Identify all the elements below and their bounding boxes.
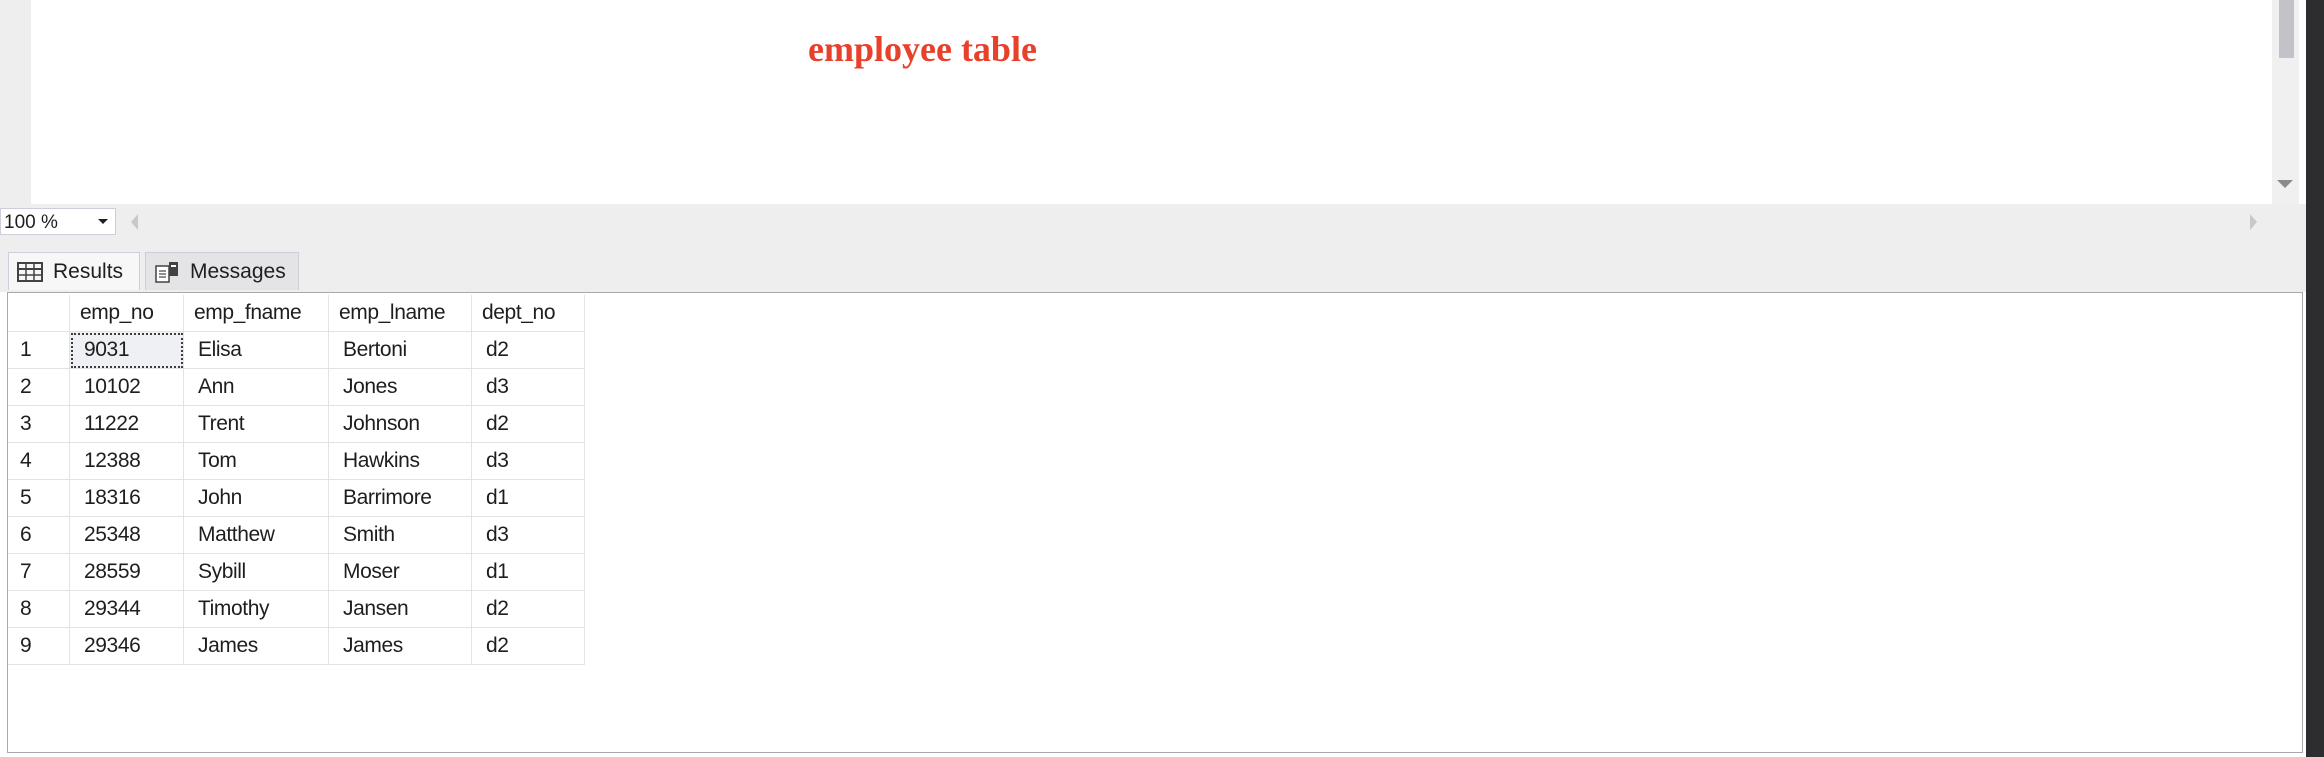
table-row: 2 10102 Ann Jones d3 [8, 368, 585, 406]
table-cell[interactable]: d2 [471, 590, 585, 628]
row-number[interactable]: 1 [8, 331, 70, 369]
column-header-dept-no[interactable]: dept_no [471, 295, 585, 332]
table-cell[interactable]: Hawkins [328, 442, 472, 480]
table-cell[interactable]: Ann [183, 368, 329, 406]
table-row: 7 28559 Sybill Moser d1 [8, 553, 585, 591]
table-cell[interactable]: 11222 [69, 405, 184, 443]
table-row: 3 11222 Trent Johnson d2 [8, 405, 585, 443]
header-row: emp_no emp_fname emp_lname dept_no [8, 295, 585, 332]
table-cell[interactable]: d3 [471, 516, 585, 554]
editor-gutter [0, 0, 31, 204]
row-number[interactable]: 5 [8, 479, 70, 517]
table-cell[interactable]: d3 [471, 368, 585, 406]
table-cell[interactable]: 12388 [69, 442, 184, 480]
table-cell[interactable]: James [183, 627, 329, 665]
editor-vertical-scrollbar[interactable] [2272, 0, 2299, 204]
scroll-right-arrow-icon[interactable] [2250, 214, 2257, 230]
scroll-left-arrow-icon[interactable] [131, 214, 138, 230]
table-cell[interactable]: Matthew [183, 516, 329, 554]
scroll-down-arrow-icon[interactable] [2277, 180, 2293, 188]
table-row: 5 18316 John Barrimore d1 [8, 479, 585, 517]
table-cell[interactable]: 25348 [69, 516, 184, 554]
table-cell[interactable]: Timothy [183, 590, 329, 628]
table-cell[interactable]: d2 [471, 331, 585, 369]
row-number[interactable]: 9 [8, 627, 70, 665]
table-cell[interactable]: John [183, 479, 329, 517]
table-cell[interactable]: d1 [471, 553, 585, 591]
table-row: 6 25348 Matthew Smith d3 [8, 516, 585, 554]
zoom-dropdown[interactable]: 100 % [0, 208, 116, 235]
table-cell[interactable]: Jansen [328, 590, 472, 628]
results-grid[interactable]: emp_no emp_fname emp_lname dept_no 1 903… [7, 292, 2303, 753]
table-cell[interactable]: Sybill [183, 553, 329, 591]
column-header-emp-lname[interactable]: emp_lname [328, 295, 472, 332]
tab-results-label: Results [53, 259, 124, 283]
row-number[interactable]: 3 [8, 405, 70, 443]
results-table: emp_no emp_fname emp_lname dept_no 1 903… [8, 295, 585, 665]
table-cell[interactable]: 18316 [69, 479, 184, 517]
row-number[interactable]: 8 [8, 590, 70, 628]
row-number[interactable]: 2 [8, 368, 70, 406]
zoom-bar: 100 % [0, 204, 2306, 240]
table-cell-selected[interactable]: 9031 [69, 331, 184, 369]
table-cell[interactable]: 10102 [69, 368, 184, 406]
table-row: 9 29346 James James d2 [8, 627, 585, 665]
table-cell[interactable]: Trent [183, 405, 329, 443]
row-number[interactable]: 4 [8, 442, 70, 480]
table-cell[interactable]: James [328, 627, 472, 665]
window-right-edge [2306, 0, 2324, 757]
tab-messages-label: Messages [190, 259, 286, 283]
query-editor[interactable]: employee table [31, 0, 2272, 204]
table-row: 8 29344 Timothy Jansen d2 [8, 590, 585, 628]
table-cell[interactable]: Smith [328, 516, 472, 554]
tab-messages[interactable]: Messages [145, 252, 299, 290]
results-tabbar: Results Messages [0, 240, 2306, 292]
column-header-emp-no[interactable]: emp_no [69, 295, 184, 332]
chevron-down-icon[interactable] [98, 219, 108, 224]
table-cell[interactable]: Bertoni [328, 331, 472, 369]
grid-corner[interactable] [8, 295, 70, 332]
row-number[interactable]: 7 [8, 553, 70, 591]
table-cell[interactable]: 29346 [69, 627, 184, 665]
messages-icon [155, 261, 178, 283]
scrollbar-thumb[interactable] [2279, 0, 2294, 58]
table-cell[interactable]: d3 [471, 442, 585, 480]
table-row: 1 9031 Elisa Bertoni d2 [8, 331, 585, 369]
table-cell[interactable]: Barrimore [328, 479, 472, 517]
column-header-emp-fname[interactable]: emp_fname [183, 295, 329, 332]
zoom-value: 100 % [4, 212, 58, 233]
grid-icon [17, 261, 43, 282]
editor-heading: employee table [808, 29, 1037, 69]
table-cell[interactable]: Tom [183, 442, 329, 480]
table-cell[interactable]: Elisa [183, 331, 329, 369]
table-cell[interactable]: d2 [471, 405, 585, 443]
table-cell[interactable]: Johnson [328, 405, 472, 443]
ssms-query-window: employee table 100 % Results Messages em… [0, 0, 2324, 757]
table-cell[interactable]: 28559 [69, 553, 184, 591]
table-cell[interactable]: 29344 [69, 590, 184, 628]
table-cell[interactable]: Jones [328, 368, 472, 406]
table-cell[interactable]: d2 [471, 627, 585, 665]
tab-results[interactable]: Results [8, 252, 140, 290]
table-cell[interactable]: d1 [471, 479, 585, 517]
table-row: 4 12388 Tom Hawkins d3 [8, 442, 585, 480]
row-number[interactable]: 6 [8, 516, 70, 554]
table-cell[interactable]: Moser [328, 553, 472, 591]
